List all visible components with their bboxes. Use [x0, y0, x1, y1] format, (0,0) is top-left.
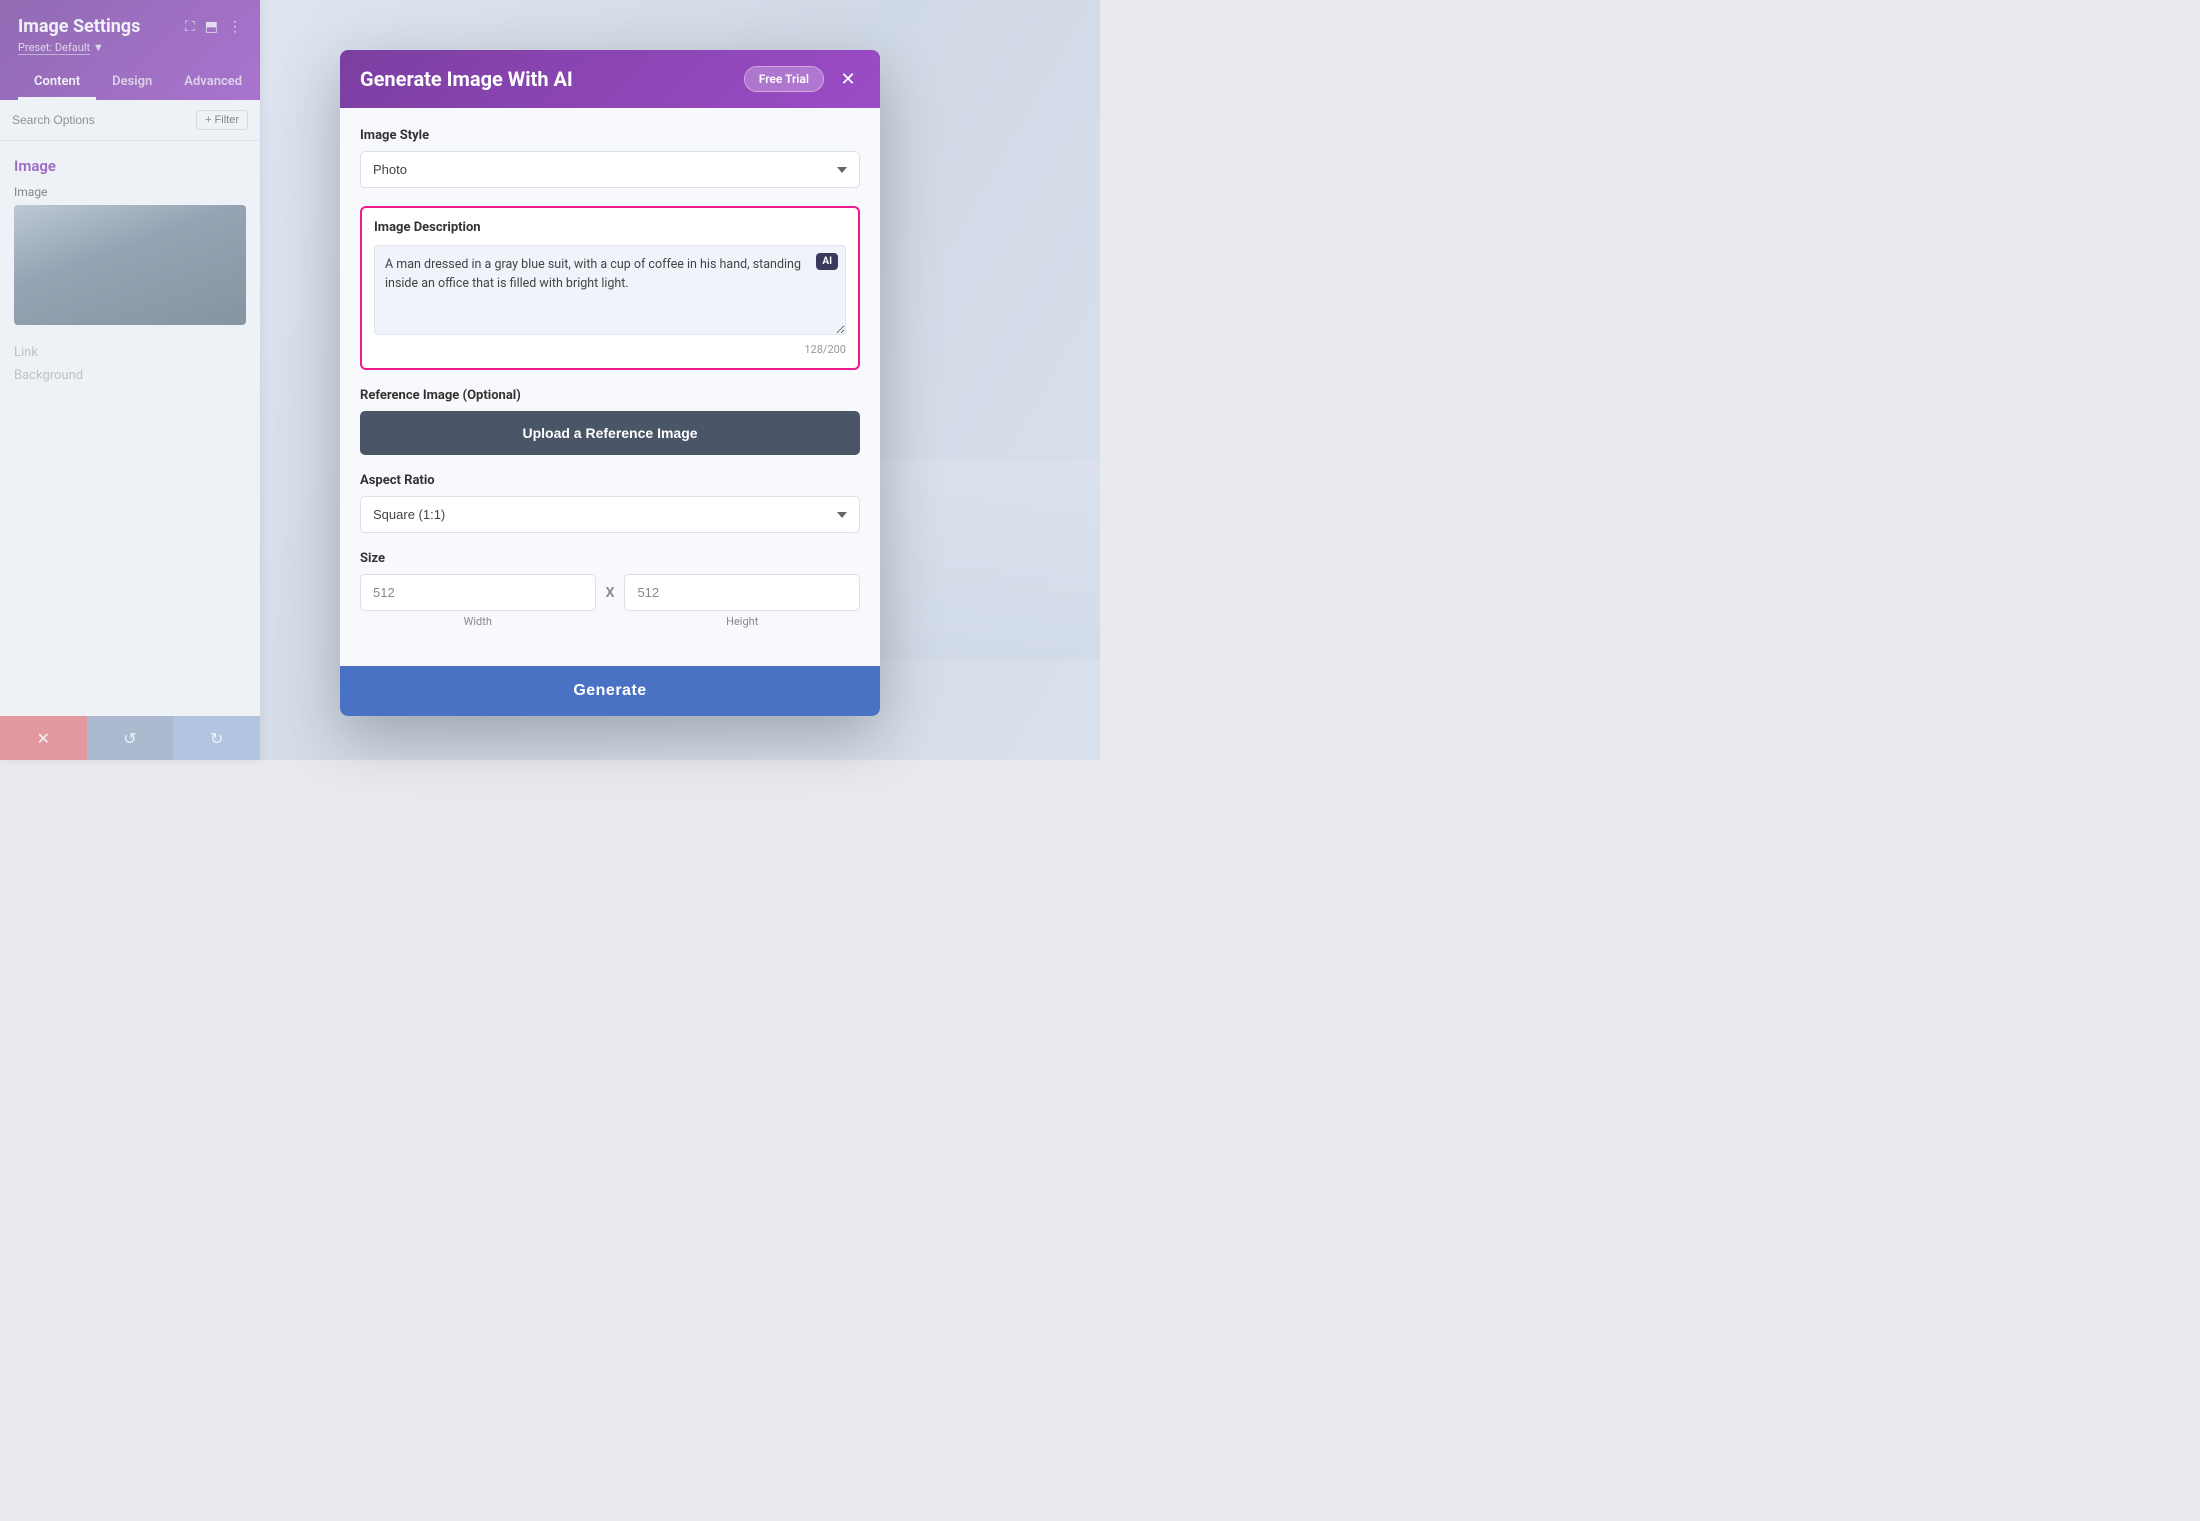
- size-group: Size Width X Height: [360, 551, 860, 628]
- generate-button[interactable]: Generate: [340, 666, 880, 716]
- modal-close-button[interactable]: ✕: [836, 67, 860, 91]
- size-separator: X: [606, 585, 615, 601]
- description-label: Image Description: [374, 220, 846, 235]
- description-textarea[interactable]: A man dressed in a gray blue suit, with …: [374, 245, 846, 335]
- ai-enhance-button[interactable]: AI: [816, 253, 838, 270]
- width-label: Width: [360, 615, 596, 628]
- image-style-select[interactable]: Photo Illustration 3D Painting: [360, 151, 860, 188]
- image-style-label: Image Style: [360, 128, 860, 143]
- width-group: Width: [360, 574, 596, 628]
- size-label: Size: [360, 551, 860, 566]
- modal-title: Generate Image With AI: [360, 67, 573, 91]
- aspect-ratio-label: Aspect Ratio: [360, 473, 860, 488]
- upload-reference-button[interactable]: Upload a Reference Image: [360, 411, 860, 455]
- modal-footer: Generate: [340, 666, 880, 716]
- aspect-ratio-group: Aspect Ratio Square (1:1) Landscape (16:…: [360, 473, 860, 533]
- modal-body: Image Style Photo Illustration 3D Painti…: [340, 108, 880, 666]
- reference-image-group: Reference Image (Optional) Upload a Refe…: [360, 388, 860, 455]
- height-input[interactable]: [624, 574, 860, 611]
- free-trial-badge[interactable]: Free Trial: [744, 66, 824, 92]
- modal-header: Generate Image With AI Free Trial ✕: [340, 50, 880, 108]
- aspect-ratio-select[interactable]: Square (1:1) Landscape (16:9) Portrait (…: [360, 496, 860, 533]
- modal-header-right: Free Trial ✕: [744, 66, 860, 92]
- height-group: Height: [624, 574, 860, 628]
- image-description-group: Image Description A man dressed in a gra…: [360, 206, 860, 370]
- width-input[interactable]: [360, 574, 596, 611]
- modal-overlay: Generate Image With AI Free Trial ✕ Imag…: [0, 0, 1100, 760]
- textarea-wrapper: A man dressed in a gray blue suit, with …: [374, 245, 846, 339]
- reference-image-label: Reference Image (Optional): [360, 388, 860, 403]
- char-count: 128/200: [374, 343, 846, 356]
- generate-image-modal: Generate Image With AI Free Trial ✕ Imag…: [340, 50, 880, 716]
- size-row: Width X Height: [360, 574, 860, 628]
- height-label: Height: [624, 615, 860, 628]
- image-style-group: Image Style Photo Illustration 3D Painti…: [360, 128, 860, 188]
